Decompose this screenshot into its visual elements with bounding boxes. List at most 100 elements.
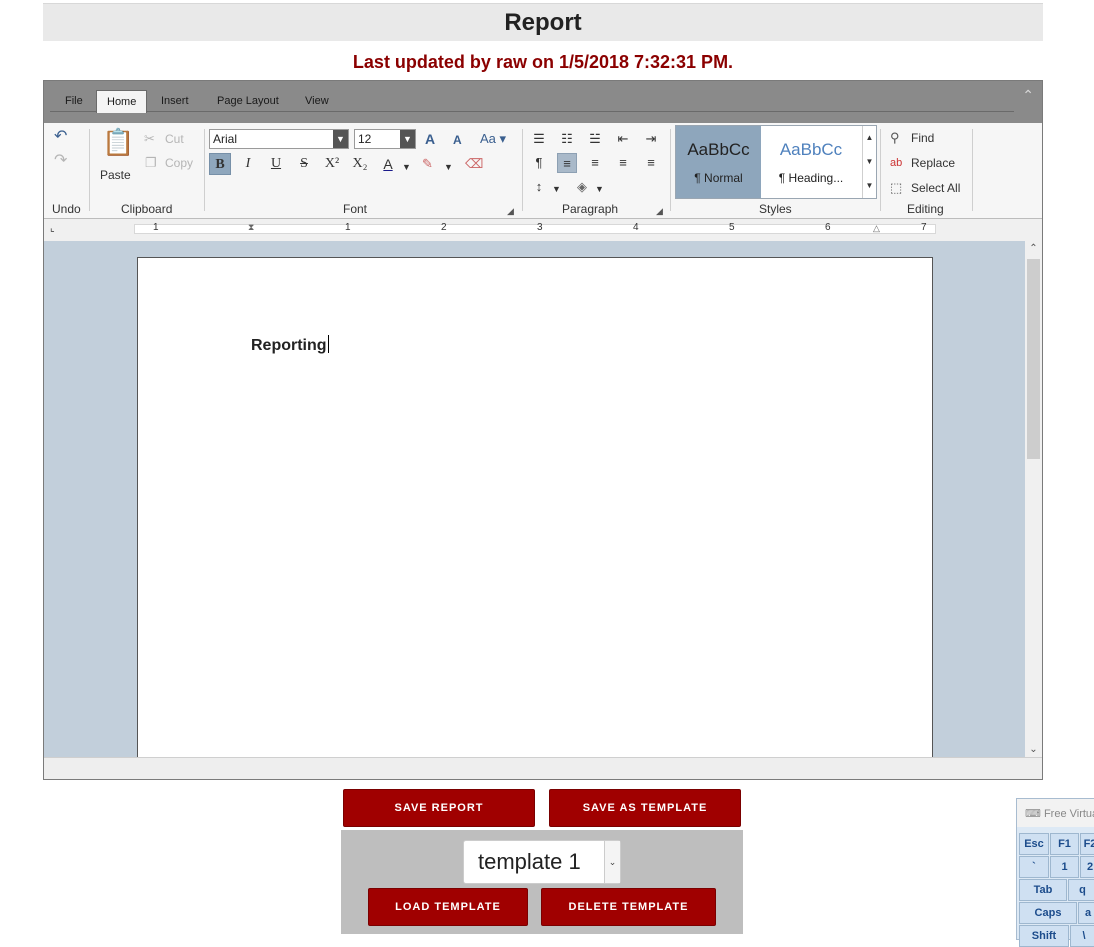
delete-template-button[interactable]: DELETE TEMPLATE <box>541 888 716 926</box>
tab-file[interactable]: File <box>55 90 93 112</box>
align-center-icon[interactable]: ≡ <box>585 153 605 173</box>
key-caps[interactable]: Caps <box>1019 902 1077 924</box>
save-report-button[interactable]: SAVE REPORT <box>343 789 535 827</box>
bullets-icon[interactable]: ☰ <box>529 129 549 149</box>
font-size-select[interactable]: 12 ▼ <box>354 129 416 149</box>
font-dialog-icon[interactable]: ◢ <box>507 203 514 219</box>
key-f2[interactable]: F2 <box>1080 833 1094 855</box>
align-right-icon[interactable]: ≡ <box>613 153 633 173</box>
paragraph-marks-icon[interactable]: ¶ <box>529 153 549 173</box>
grow-font-icon[interactable]: A <box>425 131 435 147</box>
select-all-button[interactable]: Select All <box>911 181 960 195</box>
style-normal-preview: AaBbCc <box>687 140 750 159</box>
font-size-value: 12 <box>358 132 372 146</box>
key-tab[interactable]: Tab <box>1019 879 1067 901</box>
group-font-label: Font <box>343 202 368 216</box>
decrease-indent-icon[interactable]: ⇤ <box>613 129 633 149</box>
horizontal-ruler[interactable]: 1 1 2 3 4 5 6 7 ⧗ △ <box>134 222 936 234</box>
font-name-select[interactable]: Arial ▼ <box>209 129 349 149</box>
numbering-icon[interactable]: ☷ <box>557 129 577 149</box>
gallery-more-icon[interactable]: ▼ <box>862 174 876 198</box>
chevron-down-icon[interactable]: ⌄ <box>1025 744 1042 755</box>
collapse-ribbon-icon[interactable]: ⌃ <box>1022 87 1034 104</box>
copy-button[interactable]: Copy <box>165 156 193 170</box>
key-backslash[interactable]: \ <box>1070 925 1094 947</box>
superscript-button[interactable]: X² <box>321 153 343 175</box>
document-body[interactable]: Reporting <box>251 335 329 355</box>
increase-indent-icon[interactable]: ⇥ <box>641 129 661 149</box>
bold-button[interactable]: B <box>209 153 231 175</box>
virtual-keyboard-window: ⌨ Free Virtual Keyboard Esc F1 F2 ` 1 2 … <box>1016 798 1094 947</box>
ruler-number: 2 <box>441 222 447 233</box>
tab-page-layout[interactable]: Page Layout <box>207 90 289 112</box>
cut-button[interactable]: Cut <box>165 132 184 146</box>
undo-icon[interactable]: ↶ <box>54 129 67 145</box>
template-select[interactable]: template 1 ⌄ <box>463 840 621 884</box>
select-all-icon: ⬚ <box>890 180 903 195</box>
key-1[interactable]: 1 <box>1050 856 1079 878</box>
vertical-scrollbar[interactable]: ⌃ ⌄ <box>1025 241 1042 757</box>
key-backtick[interactable]: ` <box>1019 856 1049 878</box>
cut-icon[interactable]: ✂ <box>144 131 155 147</box>
style-heading[interactable]: AaBbCc ¶ Heading... <box>762 126 860 198</box>
align-left-icon[interactable]: ≡ <box>557 153 577 173</box>
font-name-value: Arial <box>213 132 238 146</box>
strikethrough-button[interactable]: S <box>293 153 315 175</box>
redo-icon[interactable]: ↷ <box>54 153 67 169</box>
clear-format-icon[interactable]: ⌫ <box>465 156 483 172</box>
shrink-font-icon[interactable]: A <box>453 132 462 148</box>
key-2[interactable]: 2 <box>1080 856 1094 878</box>
key-f1[interactable]: F1 <box>1050 833 1079 855</box>
indent-marker[interactable]: ⧗ <box>248 222 254 233</box>
group-paragraph-label: Paragraph <box>562 202 619 216</box>
group-undo-label: Undo <box>52 202 81 216</box>
style-normal[interactable]: AaBbCc ¶ Normal <box>676 126 761 198</box>
document-text: Reporting <box>251 337 327 354</box>
highlight-icon[interactable]: ✎ <box>422 156 433 172</box>
key-shift[interactable]: Shift <box>1019 925 1069 947</box>
chevron-down-icon[interactable]: ▼ <box>595 181 604 197</box>
right-indent-marker[interactable]: △ <box>873 223 880 234</box>
paragraph-dialog-icon[interactable]: ◢ <box>656 203 663 219</box>
key-esc[interactable]: Esc <box>1019 833 1049 855</box>
chevron-down-icon[interactable]: ▼ <box>862 150 876 174</box>
paste-icon[interactable]: 📋 <box>102 127 134 157</box>
tab-stop-icon[interactable]: ⌞ <box>50 223 55 234</box>
tab-insert[interactable]: Insert <box>151 90 199 112</box>
ruler-number: 7 <box>921 222 927 233</box>
scrollbar-thumb[interactable] <box>1027 259 1040 459</box>
chevron-down-icon[interactable]: ⌄ <box>604 841 620 883</box>
key-a[interactable]: a <box>1078 902 1094 924</box>
key-q[interactable]: q <box>1068 879 1094 901</box>
underline-button[interactable]: U <box>265 153 287 175</box>
chevron-up-icon[interactable]: ⌃ <box>1025 243 1042 254</box>
save-as-template-button[interactable]: SAVE AS TEMPLATE <box>549 789 741 827</box>
rich-text-editor: File Home Insert Page Layout View ⌃ ↶ ↷ … <box>43 80 1043 780</box>
shading-icon[interactable]: ◈ <box>572 177 592 197</box>
ruler-number: 5 <box>729 222 735 233</box>
document-page[interactable]: Reporting <box>137 257 933 777</box>
font-color-button[interactable]: A <box>377 153 399 175</box>
style-normal-label: ¶ Normal <box>694 171 743 185</box>
justify-icon[interactable]: ≡ <box>641 153 661 173</box>
copy-icon[interactable]: ❐ <box>145 155 157 171</box>
chevron-down-icon[interactable]: ▼ <box>444 159 453 175</box>
ruler-row: ⌞ 1 1 2 3 4 5 6 7 ⧗ △ <box>44 219 1042 241</box>
template-select-value: template 1 <box>478 849 581 874</box>
subscript-button[interactable]: X₂ <box>349 153 371 175</box>
italic-button[interactable]: I <box>237 153 259 175</box>
multilevel-list-icon[interactable]: ☱ <box>585 129 605 149</box>
tab-view[interactable]: View <box>295 90 339 112</box>
line-spacing-icon[interactable]: ↕ <box>529 177 549 197</box>
change-case-button[interactable]: Aa ▾ <box>480 131 506 147</box>
paste-button[interactable]: Paste <box>100 168 131 182</box>
load-template-button[interactable]: LOAD TEMPLATE <box>368 888 528 926</box>
find-button[interactable]: Find <box>911 131 934 145</box>
chevron-up-icon[interactable]: ▲ <box>862 126 876 150</box>
chevron-down-icon[interactable]: ▼ <box>402 159 411 175</box>
tab-home[interactable]: Home <box>96 90 148 113</box>
replace-button[interactable]: Replace <box>911 156 955 170</box>
virtual-keyboard-title[interactable]: ⌨ Free Virtual Keyboard <box>1017 799 1094 827</box>
chevron-down-icon[interactable]: ▼ <box>552 181 561 197</box>
styles-gallery: AaBbCc ¶ Normal AaBbCc ¶ Heading... ▲ ▼ … <box>675 125 877 199</box>
